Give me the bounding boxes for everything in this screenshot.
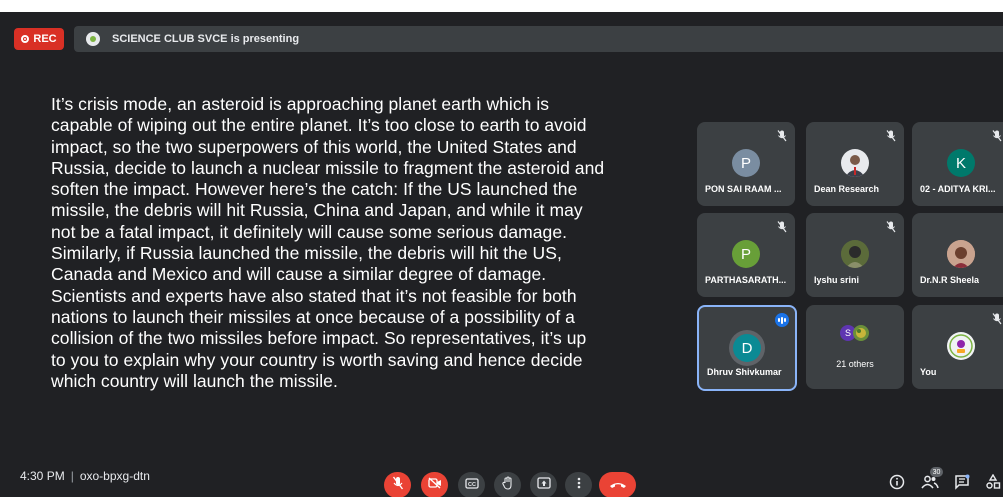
mic-toggle-button[interactable] [384,472,411,497]
more-options-icon [577,476,581,494]
mic-off-icon [886,129,896,142]
avatar [947,240,975,268]
clock-time: 4:30 PM [20,469,65,483]
participant-tile[interactable]: K 02 - ADITYA KRI... [912,122,1003,206]
slide-line: impact, so the two superpowers of this w… [51,136,577,157]
presentation-slide: It’s crisis mode, an asteroid is approac… [51,94,671,392]
record-icon [21,35,30,43]
present-icon [536,476,551,494]
camera-toggle-button[interactable] [421,472,448,497]
more-options-button[interactable] [565,472,592,497]
present-button[interactable] [530,472,557,497]
people-icon [921,475,939,494]
avatar [947,332,975,360]
slide-line: capable of wiping out the entire planet.… [51,115,587,136]
avatar: D [733,334,761,362]
svg-text:CC: CC [468,482,476,488]
mic-off-icon [886,220,896,233]
slide-line: Similarly, if Russia launched the missil… [51,243,562,264]
avatar: P [732,149,760,177]
chat-icon [954,474,970,495]
meeting-stage: REC SCIENCE CLUB SVCE is presenting It’s… [0,12,1003,497]
participant-name: Dhruv Shivkumar [707,367,782,377]
slide-line: Russia, decide to launch a nuclear missi… [51,157,605,178]
info-icon [889,474,905,495]
people-button[interactable] [921,475,939,493]
mic-off-icon [777,220,787,233]
presenter-avatar [86,32,100,46]
slide-line: Scientists and experts have also stated … [51,285,577,306]
presenting-banner[interactable]: SCIENCE CLUB SVCE is presenting [74,26,1003,52]
raise-hand-button[interactable] [494,472,521,497]
presenting-text: SCIENCE CLUB SVCE is presenting [112,33,300,45]
slide-line: to you to explain why your country is wo… [51,349,583,370]
participant-tile-speaking[interactable]: D Dhruv Shivkumar [697,305,797,391]
avatar [841,149,869,177]
meeting-details-button[interactable] [888,474,906,495]
participant-tile[interactable]: Iyshu srini [806,213,904,297]
mic-off-icon [992,312,1002,325]
slide-line: not be a fatal impact, it definitely wil… [51,221,568,242]
avatar: K [947,149,975,177]
others-tile[interactable]: S 21 others [806,305,904,389]
leave-call-button[interactable] [599,472,636,497]
avatar [841,240,869,268]
recording-indicator: REC [14,28,64,50]
participant-tile[interactable]: Dr.N.R Sheela [912,213,1003,297]
meeting-code: oxo-bpxg-dtn [79,469,150,483]
participant-name: Dean Research [814,184,880,194]
slide-line: soften the impact. However here’s the ca… [51,179,578,200]
mic-off-icon [992,129,1002,142]
participant-tile-self[interactable]: You [912,305,1003,389]
people-count-badge: 30 [930,467,943,477]
participant-name: 02 - ADITYA KRI... [920,184,996,194]
camera-off-icon [427,476,442,494]
participant-tile[interactable]: P PON SAI RAAM ... [697,122,795,206]
participant-name: You [920,367,937,377]
participant-name: Iyshu srini [814,275,860,285]
speaking-icon [775,313,789,327]
participant-tile[interactable]: Dean Research [806,122,904,206]
avatar [853,325,869,341]
participant-name: Dr.N.R Sheela [920,275,980,285]
participant-tile[interactable]: P PARTHASARATH... [697,213,795,297]
meeting-info: 4:30 PM | oxo-bpxg-dtn [20,469,150,483]
raise-hand-icon [501,475,514,495]
captions-button[interactable]: CC [458,472,485,497]
slide-line: It’s crisis mode, an asteroid is approac… [51,94,550,114]
activities-icon [985,473,1001,495]
captions-icon: CC [464,476,479,494]
recording-label: REC [33,33,57,45]
avatar: P [732,240,760,268]
slide-line: nations to launch their missiles at once… [51,306,575,327]
slide-line: which country will launch the missile. [51,370,338,391]
slide-line: missile, the debris will hit Russia, Chi… [51,200,583,221]
participant-name: PON SAI RAAM ... [705,184,782,194]
mic-off-icon [777,129,787,142]
participant-name: PARTHASARATH... [705,275,787,285]
others-count: 21 others [836,359,874,369]
end-call-icon [609,476,627,494]
slide-line: collision of the two missiles before imp… [51,328,587,349]
activities-button[interactable] [984,473,1002,495]
mic-off-icon [392,476,404,495]
slide-line: Canada and Mexico and will cause a simil… [51,264,547,285]
others-avatars: S [840,325,870,341]
chat-button[interactable] [953,474,971,495]
